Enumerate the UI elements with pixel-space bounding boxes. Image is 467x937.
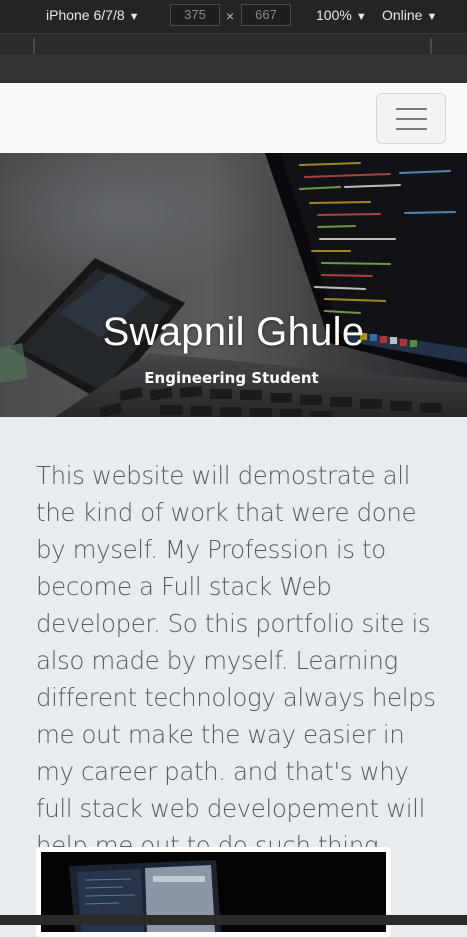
hero-title: Swapnil Ghule xyxy=(102,310,365,354)
viewport-gutter xyxy=(0,55,467,83)
network-select[interactable]: Online ▼ xyxy=(382,7,437,23)
navbar-toggle-button[interactable] xyxy=(376,93,446,144)
zoom-select[interactable]: 100% ▼ xyxy=(316,7,367,23)
chevron-down-icon: ▼ xyxy=(355,11,367,23)
hamburger-icon-line xyxy=(396,128,427,130)
zoom-label: 100% xyxy=(316,7,352,23)
devtools-ruler xyxy=(0,33,467,55)
chevron-down-icon: ▼ xyxy=(426,11,438,23)
intro-paragraph: This website will demostrate all the kin… xyxy=(36,461,436,860)
device-label: iPhone 6/7/8 xyxy=(46,7,125,23)
width-input[interactable]: 375 xyxy=(170,4,220,26)
hero-subtitle: Engineering Student xyxy=(144,369,319,387)
devtools-device-toolbar: iPhone 6/7/8 ▼ 375 × 667 100% ▼ Online ▼ xyxy=(0,0,467,33)
ruler-tick xyxy=(430,38,432,54)
site-navbar xyxy=(0,83,467,153)
chevron-down-icon: ▼ xyxy=(128,11,140,23)
dimension-separator: × xyxy=(226,8,235,24)
viewport-bottom-edge xyxy=(0,915,467,925)
hamburger-icon-line xyxy=(396,108,427,110)
ruler-tick xyxy=(33,38,35,54)
hamburger-icon-line xyxy=(396,118,427,120)
network-label: Online xyxy=(382,7,423,23)
height-input[interactable]: 667 xyxy=(241,4,291,26)
device-select[interactable]: iPhone 6/7/8 ▼ xyxy=(46,7,140,23)
